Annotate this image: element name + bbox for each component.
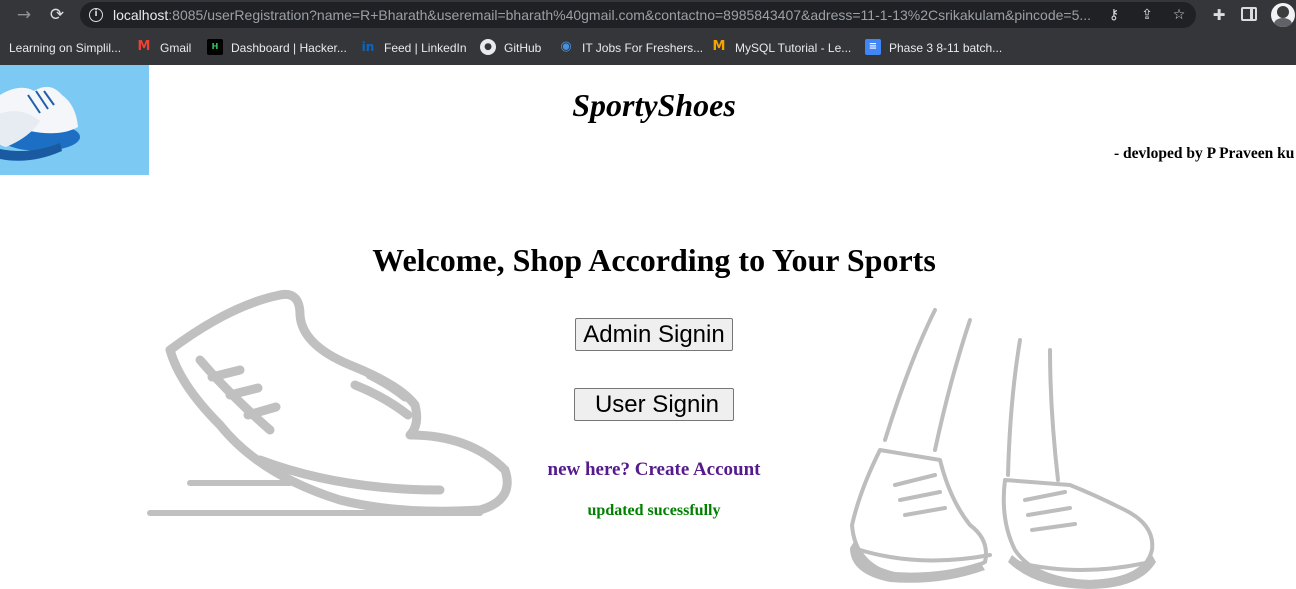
- bookmark-github[interactable]: GitHub: [504, 39, 541, 57]
- bookmark-star-icon[interactable]: ☆: [1169, 5, 1189, 25]
- bookmark-linkedin[interactable]: Feed | LinkedIn: [384, 39, 467, 57]
- gmail-icon: M: [137, 39, 151, 54]
- profile-avatar[interactable]: [1271, 3, 1295, 27]
- address-bar[interactable]: i localhost:8085/userRegistration?name=R…: [80, 2, 1196, 28]
- url-path: :8085/userRegistration?name=R+Bharath&us…: [168, 7, 1092, 23]
- walking-legs-illustration: [850, 308, 1156, 589]
- url-host: localhost: [113, 7, 169, 23]
- docs-icon: ≡: [865, 39, 881, 55]
- bookmark-hackerrank[interactable]: Dashboard | Hacker...: [231, 39, 347, 57]
- bookmark-mysql[interactable]: MySQL Tutorial - Le...: [735, 39, 851, 57]
- globe-icon: ◉: [560, 39, 572, 54]
- mysql-icon: M: [712, 39, 726, 54]
- reload-icon[interactable]: ⟳: [46, 4, 68, 26]
- bookmarks-bar: Learning on Simplil... M Gmail H Dashboa…: [0, 30, 1296, 65]
- site-info-icon[interactable]: i: [89, 8, 103, 22]
- browser-toolbar: → ⟳ i localhost:8085/userRegistration?na…: [0, 0, 1296, 30]
- key-icon[interactable]: ⚷: [1104, 5, 1124, 25]
- bookmark-itjobs[interactable]: IT Jobs For Freshers...: [582, 39, 703, 57]
- bookmark-phase3[interactable]: Phase 3 8-11 batch...: [889, 39, 1002, 57]
- developer-credit: - devloped by P Praveen ku: [1114, 145, 1295, 162]
- side-panel-icon[interactable]: [1241, 7, 1257, 21]
- url-text[interactable]: localhost:8085/userRegistration?name=R+B…: [113, 6, 1095, 24]
- hackerrank-icon: H: [207, 39, 223, 55]
- extensions-puzzle-icon[interactable]: ✚: [1208, 4, 1230, 26]
- running-shoe-illustration: [147, 289, 512, 516]
- brand-title: SportyShoes: [572, 87, 736, 123]
- bookmark-simplilearn[interactable]: Learning on Simplil...: [9, 39, 121, 57]
- back-arrow-icon[interactable]: →: [13, 4, 35, 26]
- linkedin-icon: in: [361, 40, 375, 54]
- bookmark-gmail[interactable]: Gmail: [160, 39, 191, 57]
- share-icon[interactable]: ⇪: [1137, 5, 1157, 25]
- github-icon: ●: [480, 39, 496, 55]
- user-signin-button[interactable]: User Signin: [574, 388, 734, 421]
- status-message: updated sucessfully: [587, 502, 721, 519]
- admin-signin-button[interactable]: Admin Signin: [575, 318, 733, 351]
- create-account-link[interactable]: new here? Create Account: [0, 459, 1296, 481]
- welcome-heading: Welcome, Shop According to Your Sports: [372, 242, 936, 278]
